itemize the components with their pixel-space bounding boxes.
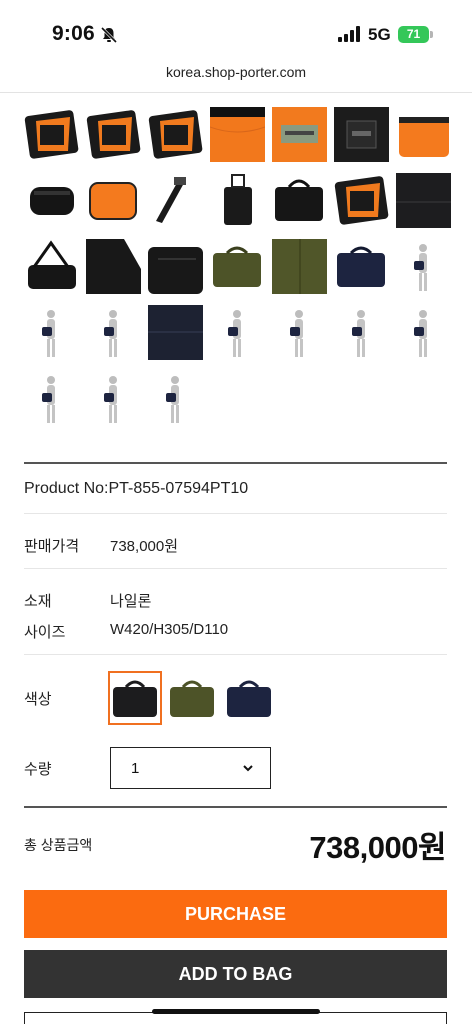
thumb-navy-front[interactable] [334,239,389,294]
material-label: 소재 [24,593,52,610]
thumb-black-inside[interactable] [334,173,389,228]
signal-icon [338,26,360,42]
price-label: 판매가격 [24,538,80,555]
thumb-black-strap[interactable] [24,239,79,294]
size-value: W420/H305/D110 [110,621,229,638]
thumb-black-open[interactable] [24,107,79,162]
product-number: Product No:PT-855-07594PT10 [24,480,249,497]
battery-level: 71 [398,26,429,43]
purchase-button[interactable]: PURCHASE [24,890,447,938]
color-swatch-black[interactable] [108,671,162,725]
thumb-black-pouch[interactable] [24,173,79,228]
thumb-black-front[interactable] [272,173,327,228]
thumb-model-1[interactable] [396,239,451,294]
thumb-model-4[interactable] [210,305,265,360]
thumb-olive-front[interactable] [210,239,265,294]
color-swatch-navy[interactable] [224,673,274,723]
quantity-select[interactable]: 1 [110,747,271,789]
row-divider [24,513,447,514]
network-label: 5G [368,25,391,44]
thumb-model-2[interactable] [24,305,79,360]
thumb-orange-lining[interactable] [210,107,265,162]
color-label: 색상 [24,691,52,708]
thumb-label[interactable] [272,107,327,162]
home-indicator [152,1009,320,1014]
total-label: 총 상품금액 [24,837,93,853]
thumb-logo-patch[interactable] [334,107,389,162]
thumb-black-zip[interactable] [148,239,203,294]
url-bar[interactable]: korea.shop-porter.com [0,64,472,80]
thumb-navy-fabric[interactable] [148,305,203,360]
thumb-model-5[interactable] [272,305,327,360]
thumb-black-fabric[interactable] [396,173,451,228]
material-value: 나일론 [110,593,152,610]
thumb-orange-pad[interactable] [86,173,141,228]
size-label: 사이즈 [24,624,66,641]
thumb-black-open-2[interactable] [148,107,203,162]
thumb-model-3[interactable] [86,305,141,360]
chevron-down-icon [243,765,253,772]
row-divider [24,654,447,655]
add-to-bag-button[interactable]: ADD TO BAG [24,950,447,998]
battery-icon: 71 [398,26,434,43]
thumb-model-10[interactable] [148,371,203,426]
thumb-model-7[interactable] [396,305,451,360]
thumb-model-6[interactable] [334,305,389,360]
thumb-black-corner[interactable] [86,239,141,294]
status-bar: 9:06 5G 71 [0,0,472,60]
thumb-orange-case[interactable] [396,107,451,162]
product-image-gallery [0,92,472,437]
status-time: 9:06 [52,22,95,45]
thumb-black-side[interactable] [86,107,141,162]
quantity-label: 수량 [24,761,52,778]
quantity-value: 1 [131,760,140,777]
row-divider [24,568,447,569]
section-divider [24,462,447,464]
thumb-model-9[interactable] [86,371,141,426]
color-swatch-olive[interactable] [167,673,217,723]
section-divider [24,806,447,808]
bell-muted-icon [100,26,118,44]
thumb-strap[interactable] [148,173,203,228]
price-value: 738,000원 [110,538,179,555]
thumb-trolley[interactable] [210,173,265,228]
total-value: 738,000원 [309,830,446,865]
thumb-model-8[interactable] [24,371,79,426]
thumb-olive-fabric[interactable] [272,239,327,294]
